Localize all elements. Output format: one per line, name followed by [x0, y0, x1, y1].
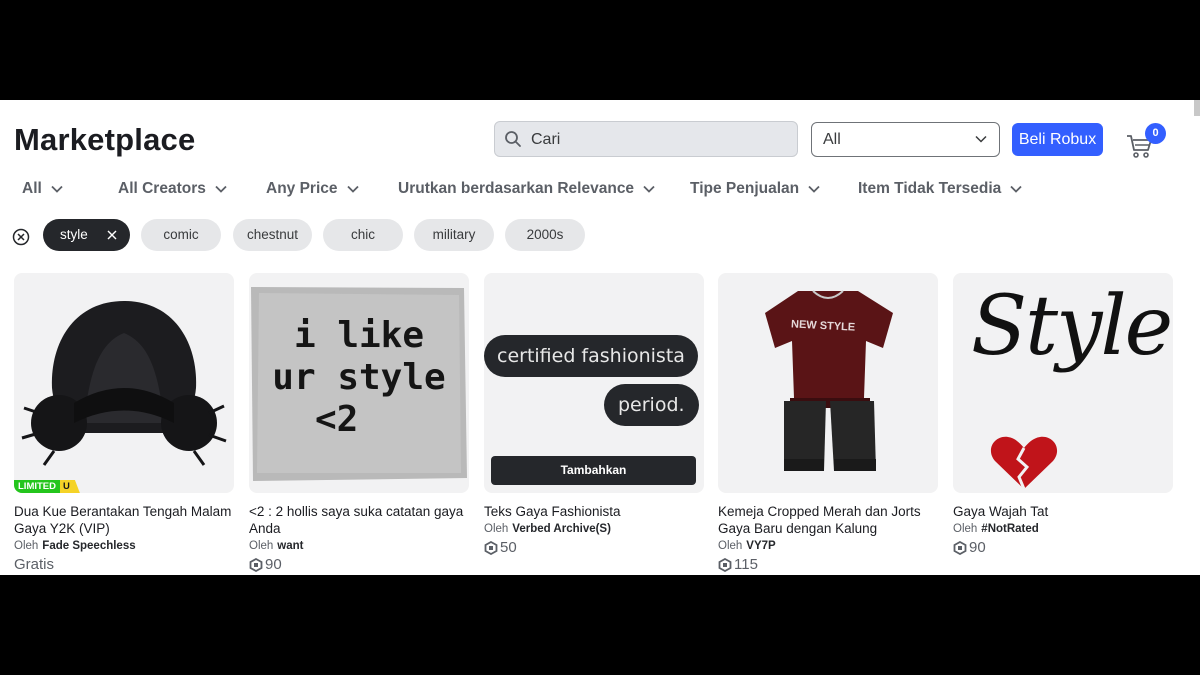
item-name[interactable]: <2 : 2 hollis saya suka catatan gaya And…	[249, 503, 469, 537]
item-creator: Oleh Verbed Archive(S)	[484, 523, 611, 535]
filter-label: Tipe Penjualan	[690, 180, 800, 197]
item-thumbnail[interactable]: i like ur style <2	[249, 273, 469, 493]
chip-style-active[interactable]: style	[43, 219, 130, 251]
creator-link[interactable]: Fade Speechless	[42, 540, 135, 552]
creator-link[interactable]: #NotRated	[981, 523, 1039, 535]
filter-sort[interactable]: Urutkan berdasarkan Relevance	[398, 180, 655, 198]
speech-bubble: period.	[604, 384, 699, 426]
robux-icon	[484, 540, 498, 555]
item-creator: Oleh want	[249, 540, 304, 552]
item-price: 50	[484, 539, 704, 556]
item-creator: Oleh VY7P	[718, 540, 776, 552]
search-placeholder: Cari	[531, 131, 561, 148]
filter-label: Urutkan berdasarkan Relevance	[398, 180, 635, 197]
speech-bubble: certified fashionista	[484, 335, 698, 377]
chip-comic[interactable]: comic	[141, 219, 221, 251]
robux-icon	[953, 540, 967, 555]
search-input[interactable]: Cari	[494, 121, 798, 157]
chip-military[interactable]: military	[414, 219, 494, 251]
item-card[interactable]: LIMITED U Dua Kue Berantakan Tengah Mala…	[14, 273, 234, 573]
item-price: Gratis	[14, 556, 55, 573]
item-price: 90	[249, 556, 469, 573]
item-price: 115	[718, 556, 938, 573]
chevron-down-icon	[975, 135, 987, 143]
item-name[interactable]: Dua Kue Berantakan Tengah Malam Gaya Y2K…	[14, 503, 234, 537]
filter-price[interactable]: Any Price	[266, 180, 359, 198]
shirt-outfit-image	[765, 290, 893, 471]
item-thumbnail[interactable]: Style	[953, 273, 1173, 493]
limited-badge: LIMITED U	[14, 480, 80, 493]
add-button[interactable]: Tambahkan	[491, 456, 696, 485]
filter-label: All	[22, 180, 42, 197]
filter-label: All Creators	[118, 180, 206, 197]
filter-label: Any Price	[266, 180, 338, 197]
filter-unavailable[interactable]: Item Tidak Tersedia	[858, 180, 1022, 198]
broken-heart-icon	[990, 436, 1058, 490]
robux-icon	[718, 557, 732, 572]
marketplace-screen: Marketplace Cari All Beli Robux 0 All Al…	[0, 100, 1200, 575]
creator-link[interactable]: VY7P	[746, 540, 775, 552]
item-thumbnail[interactable]: NEW STYLE	[718, 273, 938, 493]
item-card[interactable]: Style Gaya Wajah Tat Oleh #NotRated 90	[953, 273, 1173, 556]
chevron-down-icon	[51, 185, 63, 193]
chip-chic[interactable]: chic	[323, 219, 403, 251]
chevron-down-icon	[215, 185, 227, 193]
chevron-down-icon	[643, 185, 655, 193]
category-select-value: All	[823, 131, 841, 148]
robux-icon	[249, 557, 263, 572]
item-price: 90	[953, 539, 1173, 556]
category-select[interactable]: All	[811, 122, 1000, 157]
chip-label: style	[60, 227, 88, 242]
item-card[interactable]: NEW STYLE Kemeja Cropped Merah dan Jorts…	[718, 273, 938, 573]
creator-link[interactable]: Verbed Archive(S)	[512, 523, 611, 535]
item-card[interactable]: certified fashionista period. Tambahkan …	[484, 273, 704, 556]
chevron-down-icon	[1010, 185, 1022, 193]
scrollbar-thumb[interactable]	[1194, 100, 1200, 116]
filter-creators[interactable]: All Creators	[118, 180, 227, 198]
item-name[interactable]: Kemeja Cropped Merah dan Jorts Gaya Baru…	[718, 503, 938, 537]
chip-chestnut[interactable]: chestnut	[233, 219, 312, 251]
style-script-text: Style	[971, 279, 1173, 374]
item-creator: Oleh #NotRated	[953, 523, 1039, 535]
filter-sales-type[interactable]: Tipe Penjualan	[690, 180, 820, 198]
search-icon	[505, 131, 521, 147]
item-card[interactable]: i like ur style <2 <2 : 2 hollis saya su…	[249, 273, 469, 573]
item-name[interactable]: Gaya Wajah Tat	[953, 503, 1173, 520]
chevron-down-icon	[808, 185, 820, 193]
page-title: Marketplace	[14, 122, 196, 157]
item-thumbnail[interactable]: certified fashionista period. Tambahkan	[484, 273, 704, 493]
cart-count-badge: 0	[1145, 123, 1166, 144]
clear-chips-icon[interactable]	[12, 228, 30, 246]
creator-link[interactable]: want	[277, 540, 303, 552]
chip-2000s[interactable]: 2000s	[505, 219, 585, 251]
chevron-down-icon	[346, 185, 359, 193]
filter-label: Item Tidak Tersedia	[858, 180, 1002, 197]
hair-image	[21, 301, 227, 466]
filter-category[interactable]: All	[22, 180, 63, 198]
close-icon[interactable]	[107, 230, 117, 240]
item-name[interactable]: Teks Gaya Fashionista	[484, 503, 704, 520]
item-thumbnail[interactable]: LIMITED U	[14, 273, 234, 493]
item-creator: Oleh Fade Speechless	[14, 540, 136, 552]
buy-robux-button[interactable]: Beli Robux	[1012, 123, 1103, 156]
